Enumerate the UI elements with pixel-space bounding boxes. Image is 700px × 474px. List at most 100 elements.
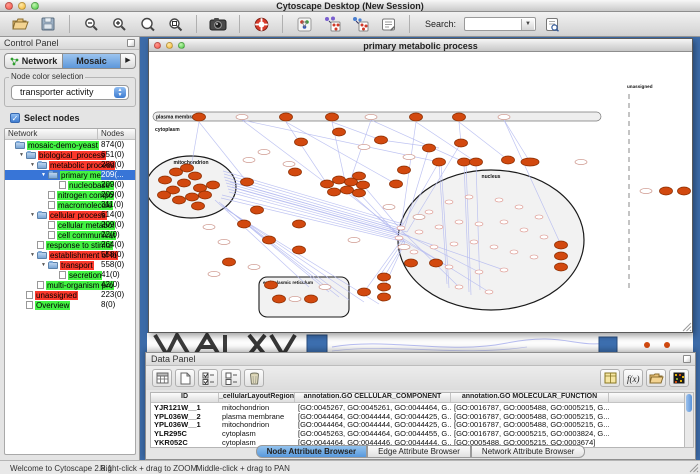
- import-file-icon[interactable]: [646, 369, 666, 387]
- tree-row[interactable]: response to stimul264(0): [5, 240, 135, 250]
- tree-row[interactable]: Overview8(0): [5, 300, 135, 310]
- tab-network[interactable]: Network: [4, 53, 63, 69]
- network-canvas[interactable]: plasma membranecytoplasmmitochondrionnuc…: [149, 52, 692, 332]
- gene-node: [319, 284, 331, 289]
- vizmapper-icon[interactable]: [292, 14, 316, 35]
- attribute-table[interactable]: ID_cellularLayoutRegionannotation.GO CEL…: [150, 392, 693, 448]
- gene-node-small: [430, 245, 438, 249]
- mdi-desktop: primary metabolic process plasma membran…: [140, 37, 700, 460]
- tab-network-attribute-browser[interactable]: Network Attribute Browser: [471, 445, 585, 458]
- window-titlebar[interactable]: Cytoscape Desktop (New Session): [0, 0, 700, 12]
- gene-node-highlighted: [430, 259, 443, 267]
- gene-node-highlighted: [660, 187, 673, 195]
- table-row[interactable]: YLR295Ccytoplasm[GO:0045263, GO:0044464,…: [151, 429, 692, 438]
- unselect-attributes-icon[interactable]: [221, 369, 241, 387]
- table-row[interactable]: YPL036W__1mitochondrion[GO:0044464, GO:0…: [151, 420, 692, 429]
- select-attributes-icon[interactable]: [198, 369, 218, 387]
- table-column-header[interactable]: _cellularLayoutRegion: [219, 393, 295, 402]
- tree-row[interactable]: ▼cellular process614(0): [5, 210, 135, 220]
- gene-node-highlighted: [470, 158, 483, 166]
- tree-row[interactable]: mosaic-demo-yeast874(0): [5, 140, 135, 150]
- gene-node-highlighted: [378, 283, 391, 291]
- tree-row[interactable]: macromolecule311(0): [5, 200, 135, 210]
- tab-node-attribute-browser[interactable]: Node Attribute Browser: [256, 445, 368, 458]
- tree-column-nodes[interactable]: Nodes: [98, 129, 135, 139]
- tree-row-node-count: 209(0): [101, 180, 124, 190]
- tree-row[interactable]: ▼biological_process651(0): [5, 150, 135, 160]
- table-cell: YLR295C: [151, 429, 219, 438]
- app-resize-grip-icon[interactable]: [688, 462, 699, 473]
- scrollbar-thumb[interactable]: [686, 394, 692, 412]
- zoom-fit-icon[interactable]: [135, 14, 159, 35]
- tree-row[interactable]: ▼primary metabol209(...: [5, 170, 135, 180]
- table-cell: [GO:0016787, GO:0005488, GO:0005215, G..…: [451, 412, 609, 421]
- tree-row[interactable]: nucleobase-209(0): [5, 180, 135, 190]
- annotation-icon[interactable]: [376, 14, 400, 35]
- folder-icon: [37, 252, 47, 259]
- new-attribute-icon[interactable]: [175, 369, 195, 387]
- float-panel-icon[interactable]: [127, 39, 135, 47]
- tree-column-network[interactable]: Network: [5, 129, 98, 139]
- tree-row[interactable]: unassigned223(0): [5, 290, 135, 300]
- tree-row-node-count: 42(0): [101, 280, 120, 290]
- tree-row[interactable]: ▼metabolic process280(0): [5, 160, 135, 170]
- window-resize-grip-icon[interactable]: [682, 322, 692, 332]
- attribute-table-header[interactable]: ID_cellularLayoutRegionannotation.GO CEL…: [151, 393, 692, 403]
- zoom-selected-icon[interactable]: [163, 14, 187, 35]
- attribute-grid-icon[interactable]: [152, 369, 172, 387]
- gene-node-small: [535, 215, 543, 219]
- tree-row[interactable]: multi-organism pro42(0): [5, 280, 135, 290]
- import-table-icon[interactable]: [600, 369, 620, 387]
- select-nodes-checkbox[interactable]: ✓: [10, 113, 20, 123]
- data-panel-float-icon[interactable]: [683, 355, 691, 363]
- search-config-icon[interactable]: [540, 14, 564, 35]
- layout-transform-alt-icon[interactable]: [348, 14, 372, 35]
- attribute-table-scrollbar[interactable]: [684, 392, 694, 448]
- zoom-out-icon[interactable]: [79, 14, 103, 35]
- table-column-header[interactable]: annotation.GO CELLULAR_COMPONENT: [295, 393, 451, 402]
- tab-overflow-arrow-icon[interactable]: ▶: [121, 53, 136, 69]
- tree-expand-icon[interactable]: ▼: [30, 162, 37, 168]
- file-icon: [48, 231, 55, 239]
- network-window-titlebar[interactable]: primary metabolic process: [149, 39, 692, 52]
- layout-transform-icon[interactable]: [320, 14, 344, 35]
- table-column-header[interactable]: ID: [151, 393, 219, 402]
- tree-row[interactable]: ▼establishment of lo558(0): [5, 250, 135, 260]
- search-text-field[interactable]: [465, 18, 521, 30]
- tree-row[interactable]: cell communicat22(0): [5, 230, 135, 240]
- gene-node-small: [410, 250, 418, 254]
- tree-row[interactable]: ▼transport558(0): [5, 260, 135, 270]
- search-input[interactable]: ▼: [464, 17, 536, 31]
- open-icon[interactable]: [8, 14, 32, 35]
- tree-row[interactable]: nitrogen compo209(0): [5, 190, 135, 200]
- folder-icon: [37, 162, 47, 169]
- help-ring-icon[interactable]: [249, 14, 273, 35]
- delete-attribute-icon[interactable]: [244, 369, 264, 387]
- tree-row[interactable]: cellular metabol209(0): [5, 220, 135, 230]
- gene-node-highlighted: [273, 295, 286, 303]
- tree-expand-icon[interactable]: ▼: [30, 212, 37, 218]
- tree-expand-icon[interactable]: ▼: [30, 252, 37, 258]
- tree-expand-icon[interactable]: ▼: [41, 262, 48, 268]
- zoom-in-icon[interactable]: [107, 14, 131, 35]
- gene-node: [258, 149, 270, 154]
- node-color-select[interactable]: transporter activity ▲▼: [11, 85, 129, 100]
- snapshot-icon[interactable]: [206, 14, 230, 35]
- gene-node-small: [435, 225, 443, 229]
- tree-row[interactable]: secretion41(0): [5, 270, 135, 280]
- tree-expand-icon[interactable]: ▼: [19, 152, 26, 158]
- table-row[interactable]: YJR121W__1mitochondrion[GO:0045267, GO:0…: [151, 403, 692, 412]
- table-cell: YPL036W__1: [151, 420, 219, 429]
- search-dropdown-icon[interactable]: ▼: [521, 19, 534, 30]
- tree-row-node-count: 280(0): [101, 160, 124, 170]
- matrix-icon[interactable]: [669, 369, 689, 387]
- tab-mosaic[interactable]: Mosaic: [63, 53, 121, 69]
- tree-expand-icon[interactable]: ▼: [41, 172, 48, 178]
- function-builder-icon[interactable]: f(x): [623, 369, 643, 387]
- table-column-header[interactable]: annotation.GO MOLECULAR_FUNCTION: [451, 393, 609, 402]
- tree-header[interactable]: Network Nodes: [5, 129, 135, 140]
- table-row[interactable]: YPL036W__2plasma membrane[GO:0044464, GO…: [151, 412, 692, 421]
- network-view-window[interactable]: primary metabolic process plasma membran…: [148, 38, 693, 333]
- save-icon[interactable]: [36, 14, 60, 35]
- tab-edge-attribute-browser[interactable]: Edge Attribute Browser: [367, 445, 471, 458]
